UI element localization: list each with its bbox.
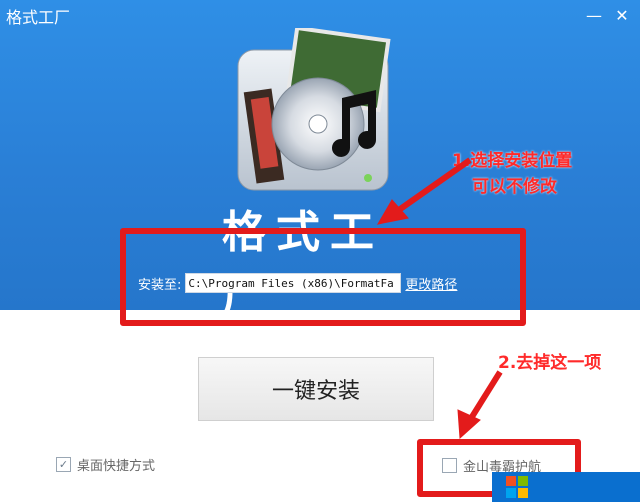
install-path-input[interactable]	[185, 273, 402, 293]
arrow-2-line	[467, 370, 503, 422]
desktop-shortcut-label: 桌面快捷方式	[77, 459, 156, 474]
checkbox-checked-icon[interactable]: ✓	[56, 457, 71, 472]
arrow-2-head	[457, 409, 481, 440]
close-icon[interactable]: ✕	[610, 6, 634, 25]
checkbox-unchecked-icon[interactable]	[442, 458, 457, 473]
annotation-note-2: 2.去掉这一项	[498, 353, 602, 373]
install-location-label: 安装至:	[138, 277, 182, 293]
one-click-install-button[interactable]: 一键安装	[198, 357, 434, 421]
app-logo-icon	[237, 28, 391, 191]
desktop-shortcut-checkbox[interactable]: ✓ 桌面快捷方式	[56, 455, 155, 474]
change-path-link[interactable]: 更改路径	[405, 274, 457, 293]
corner-windows-logo-icon	[492, 472, 640, 502]
brand-name: 格式工厂	[222, 207, 384, 322]
annotation-note-1-line-1: 1.选择安装位置	[452, 151, 573, 171]
minimize-icon[interactable]: —	[582, 6, 606, 25]
window-title: 格式工厂	[6, 8, 71, 27]
install-location-row: 安装至: 更改路径	[138, 272, 457, 294]
annotation-note-1-line-2: 可以不修改	[472, 177, 557, 197]
